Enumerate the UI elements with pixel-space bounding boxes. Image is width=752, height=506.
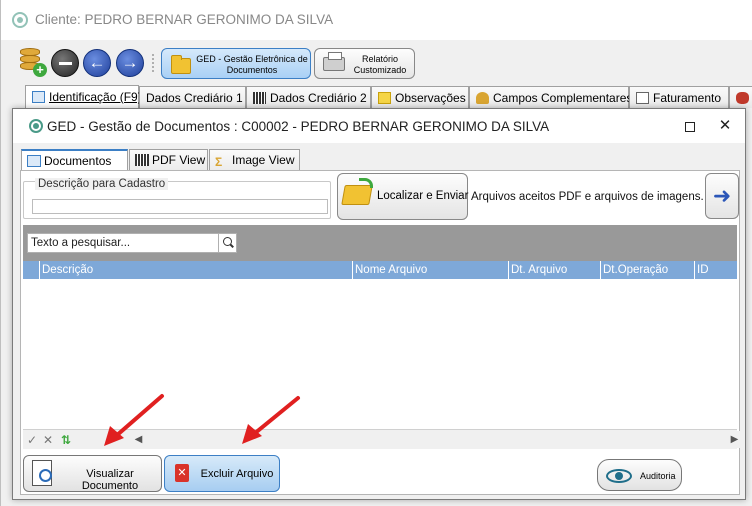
annotation-arrows — [104, 394, 300, 446]
annotation-arrow-1 — [104, 394, 164, 446]
annotation-arrow-2 — [242, 396, 300, 444]
